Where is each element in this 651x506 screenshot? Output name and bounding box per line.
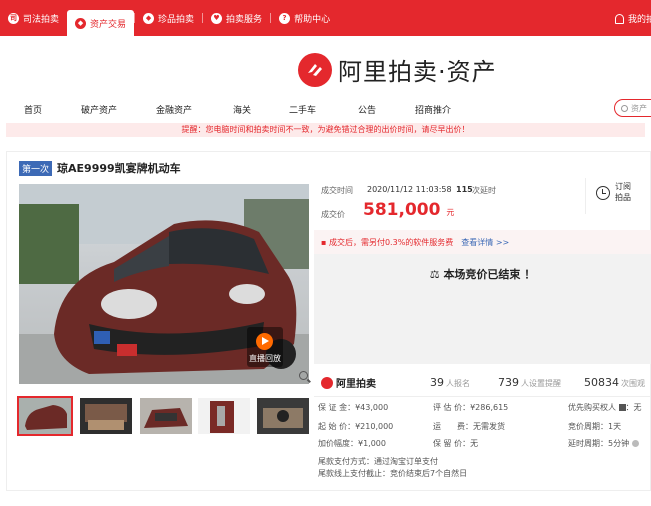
- nav-home[interactable]: 首页: [24, 103, 42, 116]
- play-icon: [256, 333, 273, 350]
- topnav-judicial[interactable]: 司司法拍卖: [0, 8, 67, 28]
- lot-title-row: 第一次 琼AE9999凯宴牌机动车: [19, 160, 181, 176]
- payment-deadline: 尾款线上支付截止：竞价结束后7个自然日: [318, 469, 468, 478]
- bid-cycle: 竞价周期：1天: [568, 422, 622, 431]
- deal-time-label: 成交时间: [321, 186, 353, 195]
- topnav-treasures[interactable]: ◆ 珍品拍卖: [135, 8, 202, 28]
- shipping: 运 费：无需发货: [433, 422, 505, 431]
- help-icon[interactable]: [631, 440, 639, 447]
- service-fee-notice: ▪ 成交后，需另付0.3%的软件服务费 查看详情 >>: [314, 230, 651, 254]
- user-icon: [614, 13, 624, 24]
- topnav-assets[interactable]: ◆ 资产交易: [67, 10, 135, 36]
- thumbnail[interactable]: [198, 398, 250, 434]
- nav-financial[interactable]: 金融资产: [156, 103, 192, 116]
- thumbnail[interactable]: [140, 398, 192, 434]
- auction-ended-box: ⚖ 本场竞价已结束 ！: [314, 254, 651, 364]
- fee-details-link[interactable]: 查看详情 >>: [461, 238, 509, 247]
- payment-method: 尾款支付方式：通过淘宝订单支付: [318, 457, 438, 466]
- final-price: 581,000 元: [363, 200, 455, 220]
- deal-time: 2020/11/12 11:03:58: [367, 185, 452, 194]
- notice-icon: ▪: [321, 238, 327, 247]
- bid-increment: 加价幅度：¥1,000: [318, 439, 386, 448]
- subscribe-label-1[interactable]: 订阅: [615, 181, 631, 192]
- gavel-icon: 司: [8, 12, 19, 24]
- signup-stat: 39 人报名: [430, 376, 470, 389]
- brand-name: 阿里拍卖·资产: [338, 58, 497, 86]
- round-badge: 第一次: [19, 160, 53, 176]
- delay-count: 115: [456, 185, 473, 194]
- lot-title: 琼AE9999凯宴牌机动车: [57, 162, 181, 175]
- live-replay-label: 直播回放: [249, 354, 281, 363]
- nav-bankruptcy[interactable]: 破产资产: [81, 103, 117, 116]
- topnav-help[interactable]: ? 帮助中心: [271, 8, 338, 28]
- nav-used-cars[interactable]: 二手车: [289, 103, 316, 116]
- topnav-services[interactable]: ♥ 拍卖服务: [203, 8, 270, 28]
- ali-logo-icon: [321, 376, 333, 389]
- subscribe-label-2[interactable]: 拍品: [615, 192, 631, 203]
- ali-auction-logo: 阿里拍卖: [321, 375, 376, 390]
- nav-customs[interactable]: 海关: [233, 103, 251, 116]
- main-nav: 首页 破产资产 金融资产 海关 二手车 公告 招商推介: [0, 100, 651, 120]
- top-nav: 司司法拍卖 ◆ 资产交易 ◆ 珍品拍卖 ♥ 拍卖服务 ? 帮助中心: [0, 0, 338, 36]
- ali-logo-icon: [298, 52, 332, 87]
- gavel-icon: ⚖: [429, 268, 440, 281]
- thumbnail[interactable]: [17, 396, 73, 436]
- search-input[interactable]: 资产: [614, 99, 651, 117]
- reminder-stat: 739 人设置提醒: [498, 376, 561, 389]
- assessed-price: 评 估 价：¥286,615: [433, 403, 509, 412]
- starting-price: 起 始 价：¥210,000: [318, 422, 394, 431]
- search-icon: [621, 104, 628, 112]
- my-auction-link[interactable]: 我的拍: [614, 12, 651, 25]
- heart-icon: ♥: [211, 12, 223, 24]
- ali-logo-icon: ◆: [75, 17, 87, 29]
- divider: [585, 178, 586, 214]
- nav-announcements[interactable]: 公告: [358, 103, 376, 116]
- brand-logo[interactable]: 阿里拍卖·资产: [298, 52, 497, 87]
- price-label: 成交价: [321, 210, 345, 219]
- time-warning: 提醒：您电脑时间和拍卖时间不一致，为避免错过合理的出价时间，请尽早出价！: [6, 123, 645, 137]
- view-stat: 50834 次围观: [584, 376, 645, 389]
- delay-cycle: 延时周期：5分钟: [568, 438, 639, 449]
- reserve-price: 保 留 价：无: [433, 439, 479, 448]
- help-icon: ?: [279, 12, 291, 24]
- ali-logo-icon: ◆: [143, 12, 155, 24]
- delay-label: 次延时: [472, 186, 496, 195]
- divider: [314, 396, 651, 397]
- priority-buyer: 优先购买权人 ：无: [568, 403, 642, 412]
- deposit: 保 证 金：¥43,000: [318, 403, 389, 412]
- thumbnail[interactable]: [80, 398, 132, 434]
- zoom-icon[interactable]: [299, 371, 308, 380]
- info-icon[interactable]: [618, 404, 626, 411]
- clock-icon[interactable]: [596, 186, 610, 200]
- thumbnail[interactable]: [257, 398, 309, 434]
- nav-investment[interactable]: 招商推介: [415, 103, 451, 116]
